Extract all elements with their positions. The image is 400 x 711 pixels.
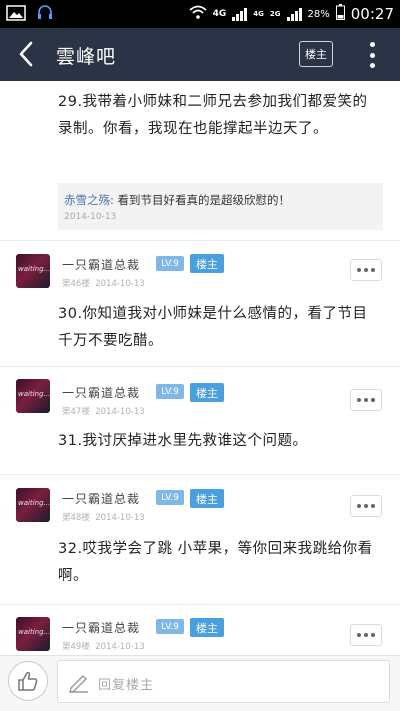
sub-reply-date: 2014-10-13 (64, 212, 117, 222)
back-arrow-icon (19, 41, 33, 67)
level-badge: LV.9 (156, 490, 184, 505)
level-badge: LV.9 (156, 256, 184, 271)
network-4g-small-label: 4G (253, 10, 264, 18)
post-date: 2014-10-13 (95, 407, 145, 417)
sub-reply-line: 赤雪之殇: 看到节目好看真的是超级欣慰的！ (64, 192, 290, 208)
post-menu-button[interactable] (350, 389, 382, 411)
sub-reply-author[interactable]: 赤雪之殇: (64, 193, 114, 207)
floor-meta: 第49楼 2014-10-13 (62, 640, 145, 652)
divider (0, 240, 400, 241)
avatar[interactable]: waiting… for you (16, 617, 50, 651)
clock: 00:27 (350, 5, 394, 23)
divider (0, 604, 400, 605)
post-text: 32.哎我学会了跳 小苹果，等你回来我跳给你看啊。 (58, 541, 373, 584)
avatar[interactable]: waiting… for you (16, 488, 50, 522)
status-bar: 4G 4G 2G 28% 00:27 (0, 0, 400, 28)
page-title: 雲峰吧 (56, 46, 117, 68)
floor-number: 第49楼 (62, 642, 90, 652)
divider (0, 366, 400, 367)
reply-input[interactable]: 回复楼主 (57, 660, 390, 703)
username[interactable]: 一只霸道总裁 (62, 619, 140, 636)
username[interactable]: 一只霸道总裁 (62, 256, 140, 273)
post-text: 31.我讨厌掉进水里先救谁这个问题。 (58, 433, 308, 449)
post-menu-button[interactable] (350, 259, 382, 281)
more-vertical-icon[interactable] (362, 40, 382, 70)
battery-icon (335, 4, 345, 24)
floor-meta: 第48楼 2014-10-13 (62, 511, 145, 523)
image-icon (6, 5, 26, 25)
louzhu-badge: 楼主 (190, 383, 224, 402)
level-badge: LV.9 (156, 384, 184, 399)
network-4g-label: 4G (212, 9, 227, 19)
floor-number: 第46楼 (62, 279, 90, 289)
floor-number: 第47楼 (62, 407, 90, 417)
post-menu-button[interactable] (350, 624, 382, 646)
thumbs-up-icon (18, 671, 38, 691)
post-date: 2014-10-13 (95, 279, 145, 289)
title-bar: 雲峰吧 楼主 (0, 28, 400, 81)
post-text: 29.我带着小师妹和二师兄去参加我们都爱笑的录制。你看，我现在也能撑起半边天了。 (58, 94, 368, 137)
reply-placeholder: 回复楼主 (98, 678, 155, 693)
post-date: 2014-10-13 (95, 642, 145, 652)
louzhu-badge: 楼主 (190, 254, 224, 273)
floor-number: 第48楼 (62, 513, 90, 523)
signal-icon (232, 7, 248, 21)
battery-percent: 28% (307, 8, 330, 20)
thread-content: 29.我带着小师妹和二师兄去参加我们都爱笑的录制。你看，我现在也能撑起半边天了。… (0, 81, 400, 655)
like-button[interactable] (8, 661, 48, 701)
floor-meta: 第46楼 2014-10-13 (62, 277, 145, 289)
bottom-bar: 回复楼主 (0, 655, 400, 711)
floor-meta: 第47楼 2014-10-13 (62, 405, 145, 417)
louzhu-badge: 楼主 (190, 618, 224, 637)
sub-reply-text: 看到节目好看真的是超级欣慰的！ (117, 193, 291, 207)
signal-icon-2 (286, 7, 302, 21)
divider (0, 474, 400, 475)
username[interactable]: 一只霸道总裁 (62, 384, 140, 401)
only-louzhu-button[interactable]: 楼主 (299, 41, 333, 67)
pencil-icon (69, 675, 88, 693)
post-date: 2014-10-13 (95, 513, 145, 523)
wifi-icon (189, 5, 207, 23)
post-text: 30.你知道我对小师妹是什么感情的，看了节目千万不要吃醋。 (58, 306, 368, 349)
username[interactable]: 一只霸道总裁 (62, 490, 140, 507)
headset-icon (36, 4, 54, 26)
level-badge: LV.9 (156, 619, 184, 634)
avatar[interactable]: waiting… for you (16, 379, 50, 413)
network-2g-label: 2G (269, 10, 281, 18)
louzhu-badge: 楼主 (190, 489, 224, 508)
sub-reply[interactable]: 赤雪之殇: 看到节目好看真的是超级欣慰的！ 2014-10-13 (58, 183, 383, 230)
avatar[interactable]: waiting… for you (16, 254, 50, 288)
back-button[interactable] (10, 38, 42, 70)
post-menu-button[interactable] (350, 495, 382, 517)
